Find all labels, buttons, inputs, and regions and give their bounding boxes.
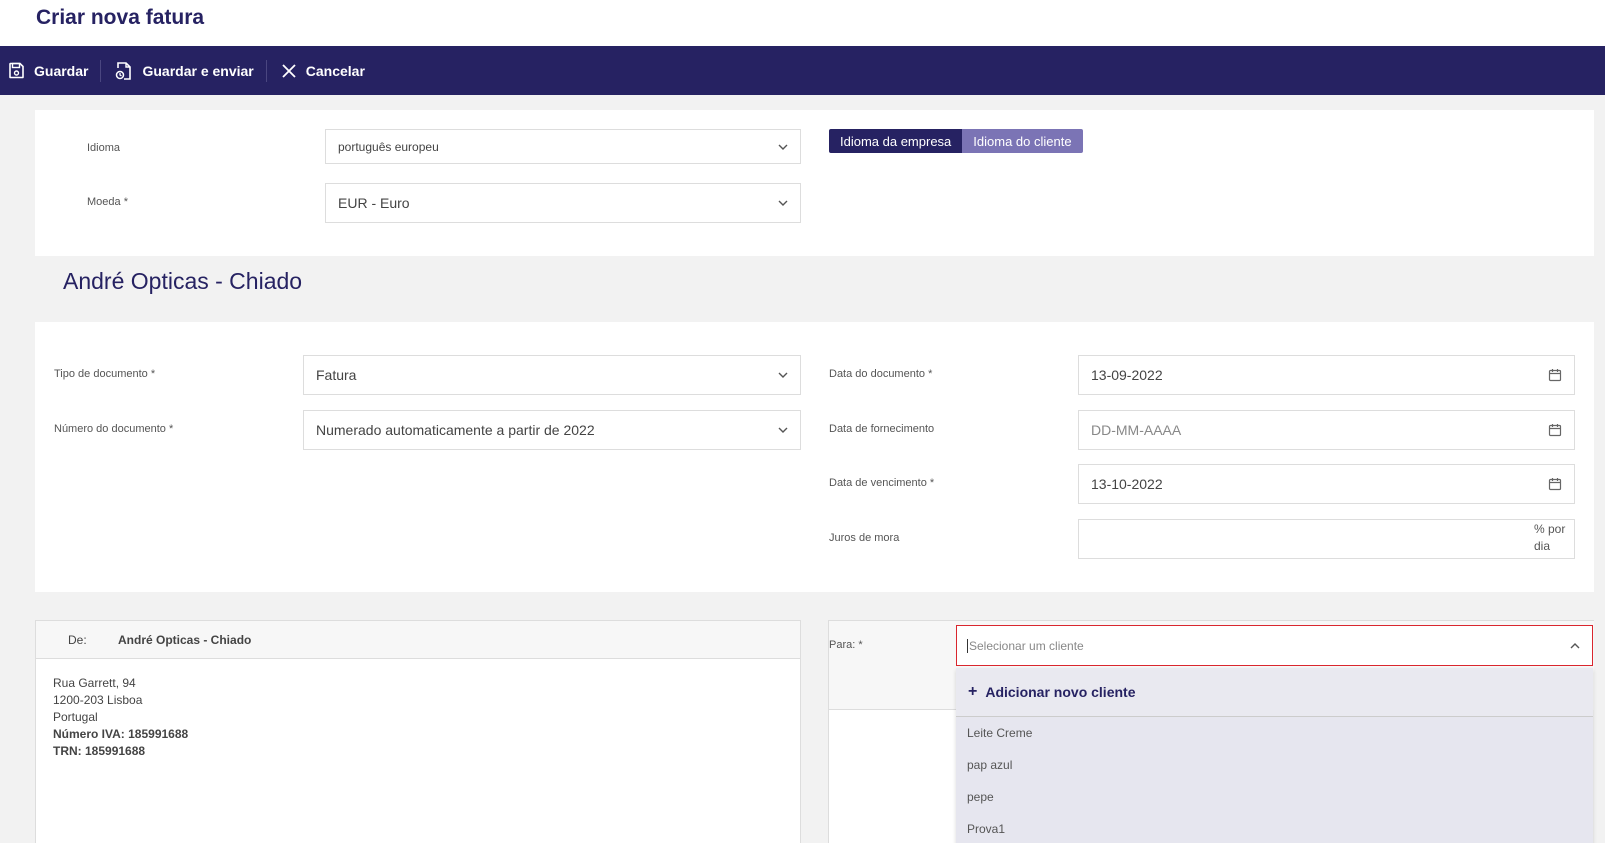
client-select-input[interactable]: Selecionar um cliente [956, 625, 1593, 666]
close-icon [282, 63, 296, 78]
address-city: 1200-203 Lisboa [53, 693, 143, 707]
from-label: De: [68, 633, 87, 647]
currency-select[interactable]: EUR - Euro [325, 183, 801, 223]
chevron-down-icon [778, 144, 788, 150]
currency-select-value: EUR - Euro [338, 195, 410, 211]
supply-date-placeholder: DD-MM-AAAA [1091, 422, 1182, 438]
document-send-icon [116, 61, 132, 80]
company-language-button[interactable]: Idioma da empresa [829, 129, 963, 153]
late-interest-suffix-line2: dia [1534, 539, 1551, 553]
due-date-input[interactable]: 13-10-2022 [1078, 464, 1575, 504]
title-strip [0, 0, 1605, 46]
text-cursor [967, 638, 968, 653]
plus-icon: + [968, 683, 978, 700]
toolbar: Guardar Guardar e enviar Cancelar [0, 46, 1605, 95]
cancel-button[interactable]: Cancelar [281, 46, 377, 95]
due-date-label: Data de vencimento * [829, 477, 935, 489]
document-number-value: Numerado automaticamente a partir de 202… [316, 422, 595, 438]
to-label: Para: * [829, 639, 863, 651]
vat-number: Número IVA: 185991688 [53, 727, 189, 741]
late-interest-suffix-line1: % por [1534, 522, 1566, 536]
calendar-icon[interactable] [1548, 368, 1562, 382]
toolbar-divider [265, 59, 267, 82]
document-number-label: Número do documento * [54, 423, 174, 435]
calendar-icon[interactable] [1548, 423, 1562, 437]
client-option[interactable]: Leite Creme [956, 717, 1593, 749]
calendar-icon[interactable] [1548, 477, 1562, 491]
client-select-placeholder: Selecionar um cliente [969, 638, 1084, 653]
floppy-disk-icon [9, 62, 24, 79]
toolbar-divider [100, 59, 102, 82]
client-dropdown: + Adicionar novo cliente Leite Creme pap… [956, 668, 1593, 843]
save-and-send-button[interactable]: Guardar e enviar [115, 46, 265, 95]
document-date-label: Data do documento * [829, 368, 933, 380]
save-button[interactable]: Guardar [8, 46, 100, 95]
company-name: André Opticas - Chiado [63, 268, 303, 294]
client-option[interactable]: pepe [956, 781, 1593, 813]
language-label: Idioma [87, 142, 121, 154]
supply-date-label: Data de fornecimento [829, 423, 935, 435]
document-type-label: Tipo de documento * [54, 368, 156, 380]
address-street: Rua Garrett, 94 [53, 676, 136, 690]
client-option[interactable]: Prova1 [956, 813, 1593, 843]
trn-number: TRN: 185991688 [53, 744, 146, 758]
page-title: Criar nova fatura [36, 6, 205, 29]
client-option[interactable]: pap azul [956, 749, 1593, 781]
supply-date-input[interactable]: DD-MM-AAAA [1078, 410, 1575, 450]
add-new-client-option[interactable]: + Adicionar novo cliente [956, 668, 1593, 717]
document-type-value: Fatura [316, 367, 357, 383]
late-interest-input[interactable] [1078, 519, 1575, 559]
cancel-button-label: Cancelar [305, 62, 365, 79]
late-interest-label: Juros de mora [829, 532, 900, 544]
document-number-select[interactable]: Numerado automaticamente a partir de 202… [303, 410, 801, 450]
language-toggle: Idioma da empresa Idioma do cliente [829, 129, 1083, 153]
settings-card [35, 110, 1594, 256]
document-type-select[interactable]: Fatura [303, 355, 801, 395]
from-panel-header: De: André Opticas - Chiado [35, 620, 801, 659]
due-date-value: 13-10-2022 [1091, 476, 1163, 492]
from-address-panel: Rua Garrett, 94 1200-203 Lisboa Portugal… [35, 658, 801, 843]
late-interest-suffix: % por dia [1534, 521, 1565, 555]
add-new-client-label: Adicionar novo cliente [985, 684, 1136, 700]
chevron-down-icon [778, 427, 788, 433]
currency-label: Moeda * [87, 196, 128, 208]
client-language-button[interactable]: Idioma do cliente [962, 129, 1083, 153]
language-select[interactable]: português europeu [325, 129, 801, 164]
chevron-down-icon [778, 200, 788, 206]
document-date-input[interactable]: 13-09-2022 [1078, 355, 1575, 395]
save-button-label: Guardar [34, 62, 89, 79]
language-select-value: português europeu [338, 139, 439, 154]
chevron-up-icon [1570, 643, 1580, 649]
from-company-name: André Opticas - Chiado [118, 633, 252, 647]
to-panel-lower [828, 709, 958, 843]
chevron-down-icon [778, 372, 788, 378]
address-country: Portugal [53, 710, 98, 724]
document-date-value: 13-09-2022 [1091, 367, 1163, 383]
save-and-send-label: Guardar e enviar [142, 62, 254, 79]
